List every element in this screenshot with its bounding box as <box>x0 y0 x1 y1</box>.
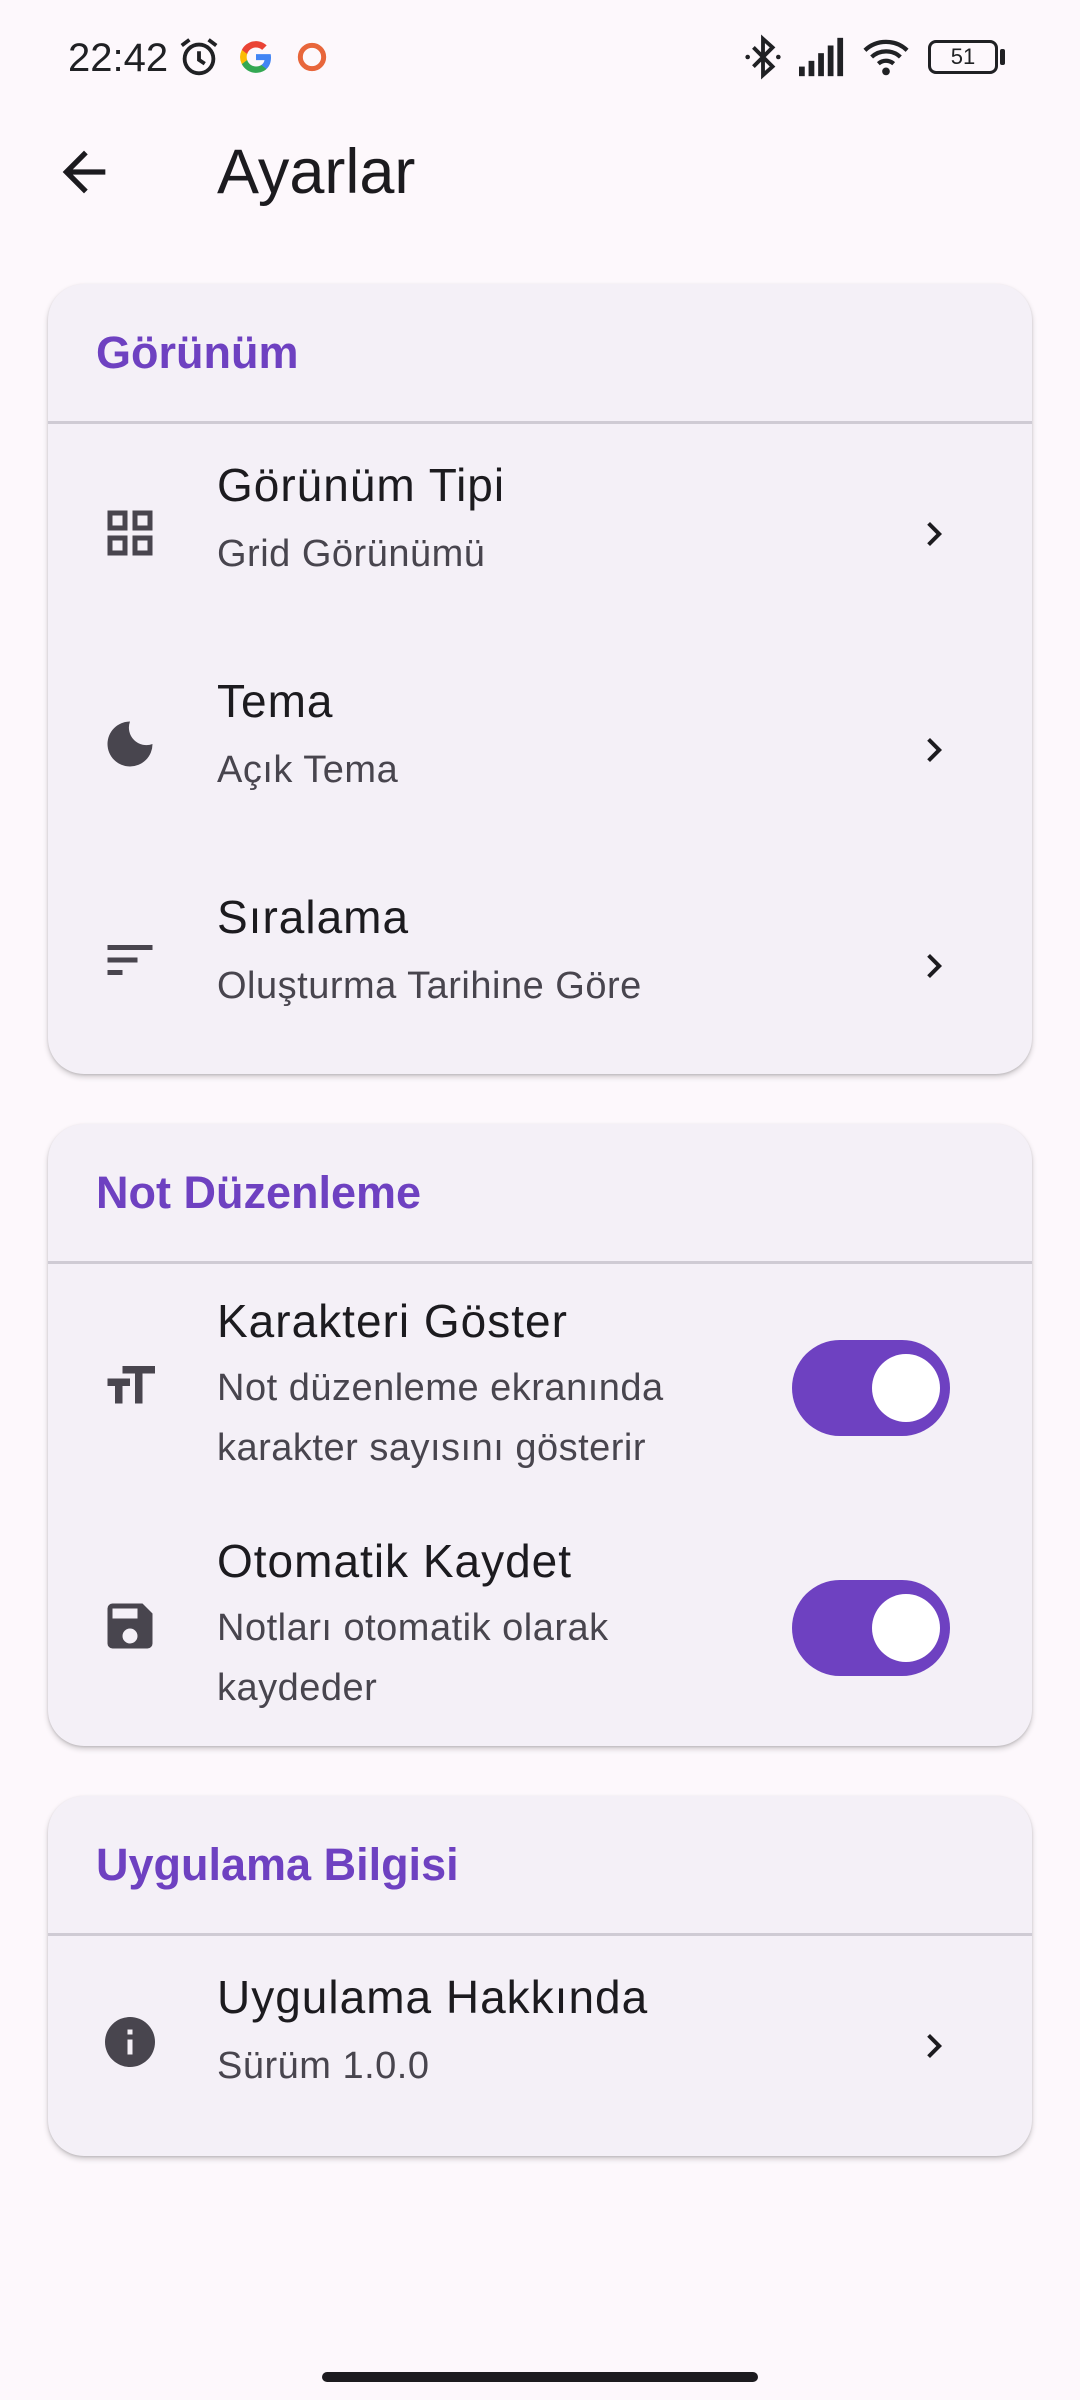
show-chars-desc-2: karakter sayısını gösterir <box>217 1427 647 1469</box>
show-chars-item[interactable]: Karakteri Göster Not düzenleme ekranında… <box>48 1264 1032 1504</box>
info-icon <box>105 2017 155 2067</box>
sort-item[interactable]: Sıralama Oluşturma Tarihine Göre <box>48 856 1032 1072</box>
battery-level: 51 <box>950 44 976 69</box>
view-type-label: Görünüm Tipi <box>217 459 506 511</box>
about-value: Sürüm 1.0.0 <box>217 2045 430 2087</box>
battery-icon: 51 <box>928 40 998 74</box>
toggle-knob <box>872 1354 940 1422</box>
arrow-back-icon[interactable] <box>52 140 116 204</box>
toggle-knob <box>872 1594 940 1662</box>
about-label: Uygulama Hakkında <box>217 1971 649 2023</box>
chevron-right-icon <box>927 738 942 762</box>
app-bar <box>0 118 1080 228</box>
editing-card: Not Düzenleme Karakteri Göster Not düzen… <box>48 1124 1032 1746</box>
sort-label: Sıralama <box>217 891 410 943</box>
auto-save-label: Otomatik Kaydet <box>217 1535 573 1587</box>
status-time: 22:42 <box>68 36 169 80</box>
wifi-icon <box>863 39 909 76</box>
section-title-editing: Not Düzenleme <box>48 1124 1032 1264</box>
save-icon <box>107 1603 153 1649</box>
app-info-card: Uygulama Bilgisi Uygulama Hakkında Sürüm… <box>48 1796 1032 2156</box>
moon-icon <box>107 721 153 767</box>
home-indicator[interactable] <box>322 2372 758 2382</box>
sort-value: Oluşturma Tarihine Göre <box>217 965 642 1007</box>
grid-view-icon <box>107 510 153 556</box>
alarm-icon <box>180 38 218 76</box>
about-item[interactable]: Uygulama Hakkında Sürüm 1.0.0 <box>48 1936 1032 2152</box>
record-icon <box>297 42 327 72</box>
section-title-app-info: Uygulama Bilgisi <box>48 1796 1032 1936</box>
status-bar: 22:42 51 <box>0 0 1080 118</box>
auto-save-desc-1: Notları otomatik olarak <box>217 1607 609 1649</box>
text-size-icon <box>107 1366 155 1404</box>
chevron-right-icon <box>927 2034 942 2058</box>
view-type-value: Grid Görünümü <box>217 533 486 575</box>
auto-save-desc-2: kaydeder <box>217 1667 378 1709</box>
sort-icon <box>107 945 153 975</box>
auto-save-item[interactable]: Otomatik Kaydet Notları otomatik olarak … <box>48 1504 1032 1744</box>
battery-tip <box>1000 49 1005 65</box>
show-chars-desc-1: Not düzenleme ekranında <box>217 1367 664 1409</box>
theme-item[interactable]: Tema Açık Tema <box>48 640 1032 856</box>
theme-value: Açık Tema <box>217 749 399 791</box>
chevron-right-icon <box>927 954 942 978</box>
bluetooth-icon <box>745 34 781 80</box>
page-title: Ayarlar <box>217 137 416 207</box>
show-chars-toggle[interactable] <box>792 1340 950 1436</box>
signal-icon <box>799 37 844 77</box>
theme-label: Tema <box>217 675 334 727</box>
show-chars-label: Karakteri Göster <box>217 1295 568 1347</box>
appearance-card: Görünüm Görünüm Tipi Grid Görünümü Tema … <box>48 284 1032 1074</box>
chevron-right-icon <box>927 522 942 546</box>
view-type-item[interactable]: Görünüm Tipi Grid Görünümü <box>48 424 1032 640</box>
google-icon <box>240 41 271 73</box>
section-title-appearance: Görünüm <box>48 284 1032 424</box>
auto-save-toggle[interactable] <box>792 1580 950 1676</box>
